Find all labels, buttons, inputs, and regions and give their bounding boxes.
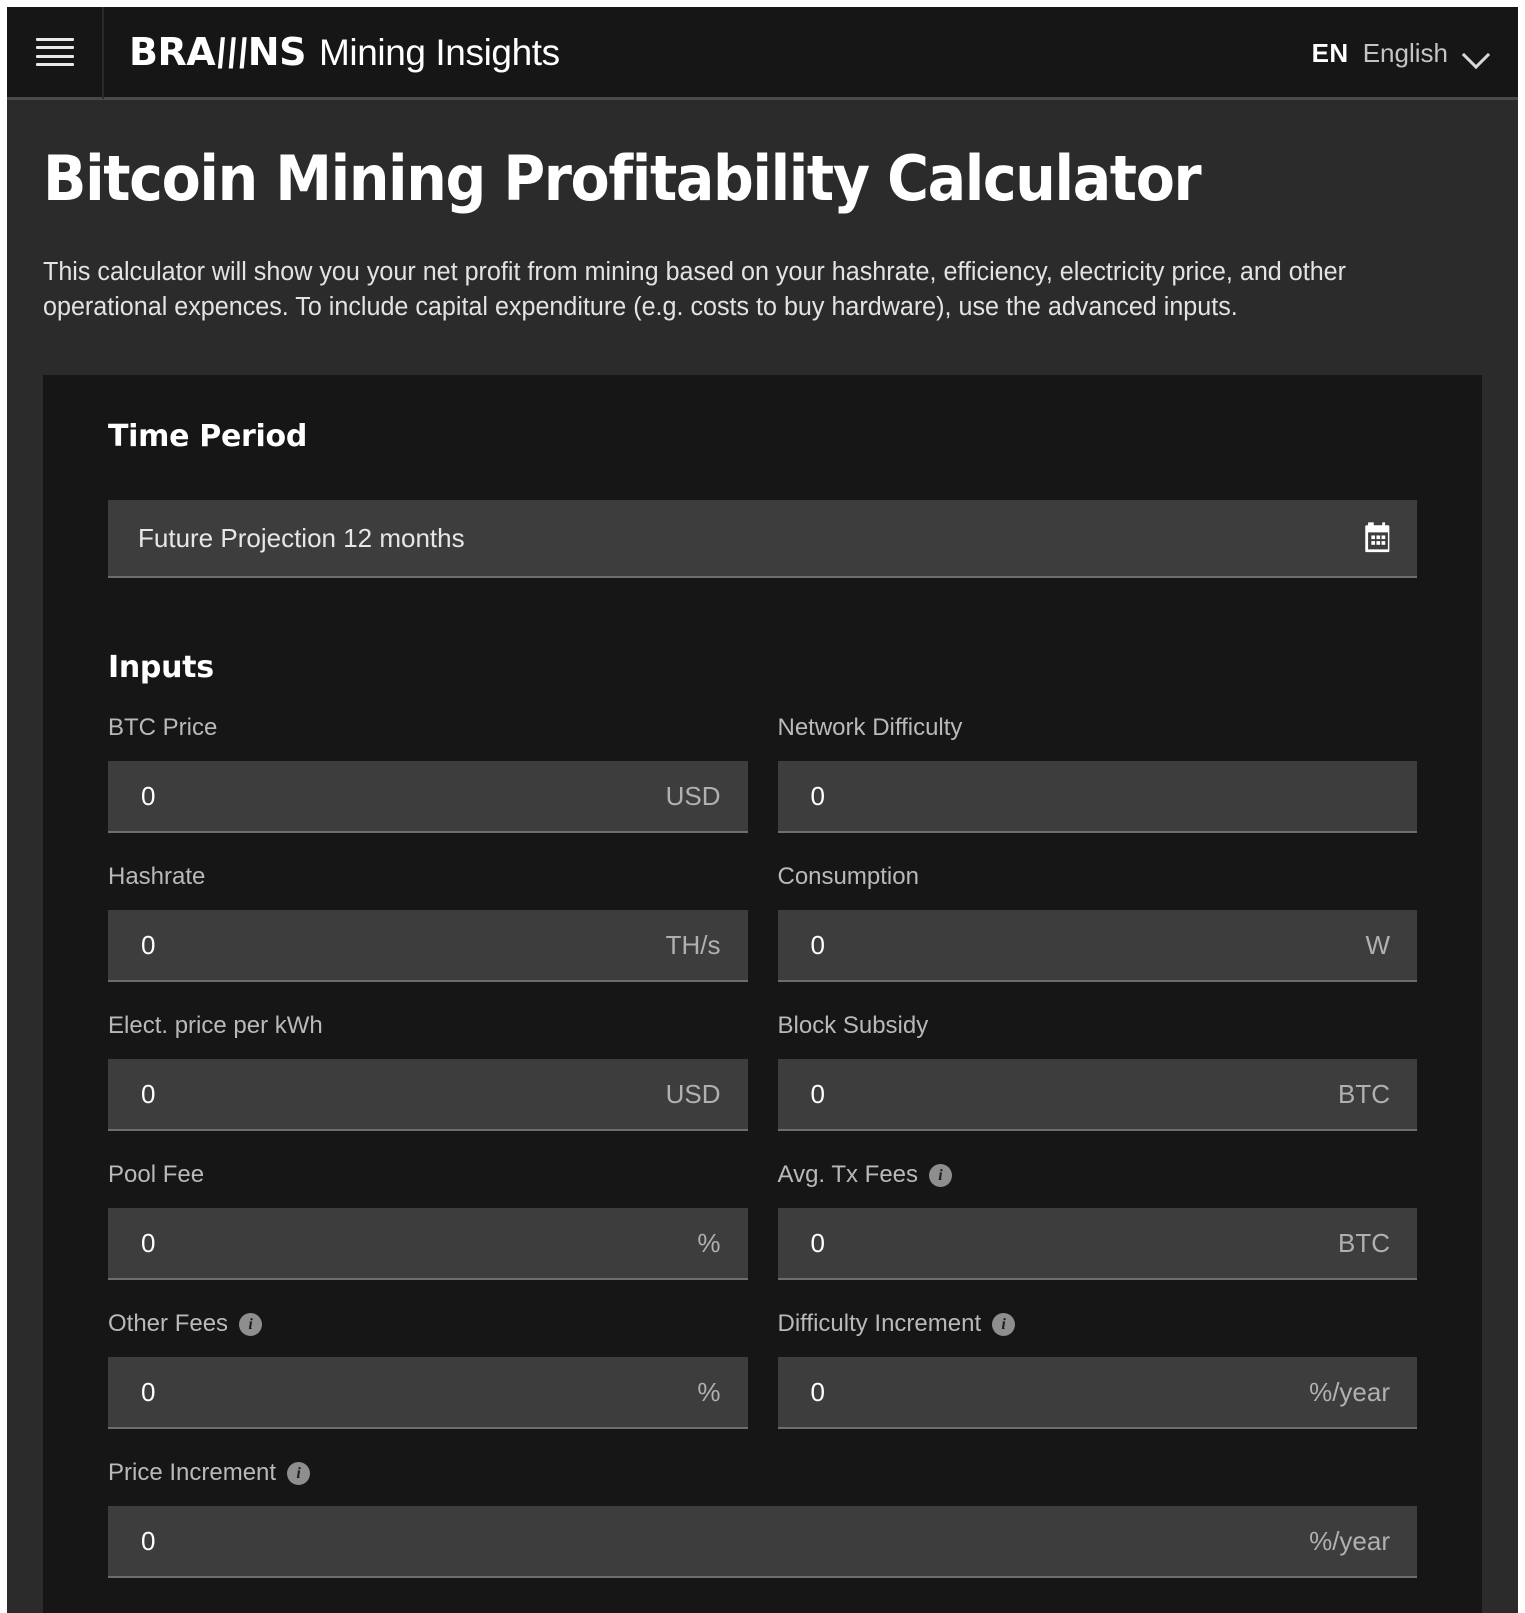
input-value: 0: [810, 929, 825, 960]
number-input[interactable]: 0 TH/s: [108, 910, 748, 983]
input-label-text: Pool Fee: [108, 1161, 205, 1189]
input-label-text: Consumption: [777, 863, 919, 891]
input-label-text: Hashrate: [108, 863, 206, 891]
number-input[interactable]: 0%: [108, 1357, 748, 1430]
time-period-value: Future Projection 12 months: [138, 522, 465, 553]
input-label: Consumption: [778, 862, 1418, 892]
input-field: Avg. Tx Fees i 0 BTC: [777, 1160, 1418, 1281]
chevron-down-icon[interactable]: [1462, 39, 1492, 69]
language-name: English: [1362, 38, 1448, 68]
input-label: Price Increment i: [108, 1458, 1417, 1488]
brand-prefix: BRA: [129, 30, 216, 74]
input-field: Hashrate 0 TH/s: [108, 862, 748, 983]
inputs-grid: BTC Price 0 USD Network Difficulty 0 Hashrate…: [108, 713, 1417, 1607]
input-value: 0: [141, 780, 156, 811]
input-value: 0: [810, 1376, 825, 1407]
hamburger-menu-icon[interactable]: [35, 38, 74, 66]
number-input[interactable]: 0%: [108, 1208, 748, 1281]
input-label: Avg. Tx Fees i: [778, 1160, 1418, 1190]
input-field: Elect. price per kWh 0 USD: [108, 1011, 748, 1132]
input-value: 0: [141, 1525, 156, 1556]
input-unit: USD: [665, 780, 721, 811]
input-unit: %/year: [1309, 1376, 1390, 1407]
calendar-icon[interactable]: [1361, 521, 1395, 555]
brand-logo[interactable]: BRA\\\NS Mining Insights: [129, 30, 560, 74]
input-field: Network Difficulty 0: [777, 713, 1418, 834]
input-label-text: Difficulty Increment: [777, 1310, 982, 1338]
input-unit: BTC: [1338, 1227, 1390, 1258]
brand-slashes: \\\: [210, 30, 253, 74]
number-input[interactable]: 0 %/year: [777, 1357, 1417, 1430]
inputs-heading: Inputs: [108, 650, 214, 686]
input-label: Pool Fee: [108, 1160, 748, 1190]
input-value: 0: [810, 1227, 825, 1258]
input-label-text: Network Difficulty: [777, 714, 963, 742]
input-label: Elect. price per kWh: [108, 1011, 748, 1041]
input-value: 0: [141, 1227, 156, 1258]
input-unit: TH/s: [665, 929, 721, 960]
info-icon[interactable]: i: [929, 1163, 953, 1187]
input-field: Consumption 0 W: [777, 862, 1418, 983]
input-field: Other Fees i 0%: [108, 1309, 748, 1430]
input-label-text: BTC Price: [108, 714, 218, 742]
input-field: Pool Fee 0%: [108, 1160, 748, 1281]
input-value: 0: [810, 780, 825, 811]
main-content: Bitcoin Mining Profitability Calculator …: [7, 146, 1518, 1613]
brand-product-name: Mining Insights: [318, 32, 560, 73]
language-selector[interactable]: EN English: [1312, 7, 1492, 100]
number-input[interactable]: 0 USD: [108, 1059, 748, 1132]
input-unit: W: [1365, 929, 1390, 960]
input-label: Network Difficulty: [778, 713, 1418, 743]
time-period-heading: Time Period: [108, 419, 307, 455]
input-unit: %: [697, 1376, 721, 1407]
brand-mark: BRA\\\NS: [129, 30, 306, 74]
page-description: This calculator will show you your net p…: [43, 258, 1347, 322]
input-unit: USD: [665, 1078, 721, 1109]
info-icon[interactable]: i: [239, 1312, 263, 1336]
input-label-text: Elect. price per kWh: [108, 1012, 323, 1040]
number-input[interactable]: 0 BTC: [777, 1059, 1417, 1132]
input-label: BTC Price: [108, 713, 748, 743]
input-label-text: Block Subsidy: [777, 1012, 929, 1040]
number-input[interactable]: 0 BTC: [777, 1208, 1417, 1281]
brand-suffix: NS: [247, 30, 307, 74]
number-input[interactable]: 0W: [777, 910, 1417, 983]
top-navigation-bar: BRA\\\NS Mining Insights EN English: [7, 7, 1518, 100]
input-field: Difficulty Increment i 0 %/year: [777, 1309, 1418, 1430]
input-value: 0: [810, 1078, 825, 1109]
input-label-text: Avg. Tx Fees: [777, 1161, 919, 1189]
input-label: Block Subsidy: [778, 1011, 1418, 1041]
input-value: 0: [141, 1078, 156, 1109]
info-icon[interactable]: i: [287, 1461, 311, 1485]
input-field: Price Increment i 0 %/year: [108, 1458, 1417, 1579]
page-title: Bitcoin Mining Profitability Calculator: [43, 142, 1202, 215]
input-unit: %/year: [1309, 1525, 1390, 1556]
input-label: Difficulty Increment i: [778, 1309, 1418, 1339]
number-input[interactable]: 0 %/year: [108, 1506, 1417, 1579]
input-label: Other Fees i: [108, 1309, 748, 1339]
time-period-select[interactable]: Future Projection 12 months: [108, 500, 1417, 579]
calculator-card: Time Period Future Projection 12 months: [43, 375, 1482, 1613]
info-icon[interactable]: i: [992, 1312, 1016, 1336]
input-unit: BTC: [1338, 1078, 1390, 1109]
number-input[interactable]: 0 USD: [108, 761, 748, 834]
input-value: 0: [141, 1376, 156, 1407]
input-value: 0: [141, 929, 156, 960]
language-code: EN: [1311, 38, 1349, 68]
input-label: Hashrate: [108, 862, 748, 892]
menu-button[interactable]: [7, 7, 104, 99]
input-field: BTC Price 0 USD: [108, 713, 748, 834]
page-root: BRA\\\NS Mining Insights EN English Bitc…: [7, 7, 1518, 1613]
number-input[interactable]: 0: [777, 761, 1417, 834]
input-field: Block Subsidy 0 BTC: [777, 1011, 1418, 1132]
input-label-text: Other Fees: [108, 1310, 229, 1338]
input-unit: %: [697, 1227, 721, 1258]
input-label-text: Price Increment: [108, 1459, 277, 1487]
